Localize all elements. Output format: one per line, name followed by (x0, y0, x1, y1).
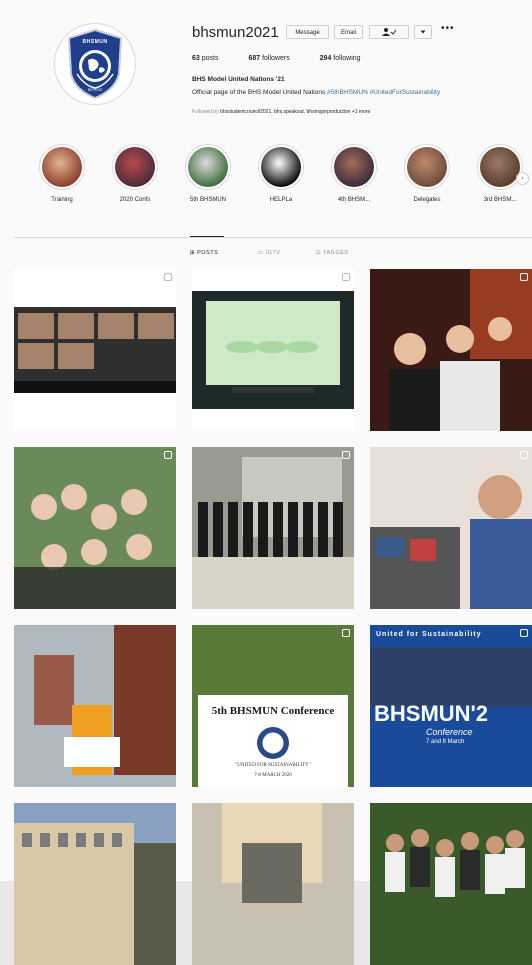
highlight-label: 2020 Confs (119, 197, 151, 203)
highlight-cover (188, 147, 228, 187)
tabs-divider (14, 237, 532, 238)
stat-followers[interactable]: 687 followers (248, 55, 303, 62)
post-thumbnail (14, 307, 176, 393)
carousel-icon (520, 629, 528, 637)
followed-by[interactable]: Followed by bhsstudentcouncil2021, bhs.s… (192, 109, 370, 115)
post-poster-wordmark: BHSMUN'2 (374, 701, 489, 726)
post-conference-announcement[interactable]: 5th BHSMUN Conference "UNITED FOR SUSTAIN… (192, 625, 354, 787)
post-thumbnail (14, 625, 176, 787)
tab-igtv[interactable]: ▭ IGTV (258, 250, 281, 256)
post-group-in-front-of-building[interactable] (192, 447, 354, 609)
post-conference-title: 5th BHSMUN Conference (211, 705, 335, 717)
active-tab-indicator (190, 236, 224, 237)
highlight-5[interactable]: 4th BHSM... (328, 144, 380, 203)
post-poster-dates: 7 and 8 March (426, 739, 465, 745)
post-conference-motto: "UNITED FOR SUSTAINABILITY" (235, 763, 311, 768)
post-poster-heading: United for Sustainability (376, 631, 482, 638)
highlight-label: Training (51, 197, 73, 203)
carousel-icon (164, 451, 172, 459)
post-poster-subtitle: Conference (426, 727, 473, 737)
highlight-2[interactable]: 2020 Confs (109, 144, 161, 203)
post-conference-date: 7-8 MARCH 2020 (254, 773, 292, 778)
carousel-icon (342, 273, 350, 281)
highlight-cover (407, 147, 447, 187)
tab-posts[interactable]: ⊞ POSTS (190, 250, 218, 256)
bhsmun-logo-icon (67, 28, 123, 100)
post-thumbnail (192, 291, 354, 409)
post-zoom-call[interactable] (14, 269, 176, 431)
following-button[interactable] (369, 25, 409, 39)
highlight-3[interactable]: 5th BHSMUN (182, 144, 234, 203)
post-courtyard[interactable] (192, 803, 354, 965)
post-thumbnail (370, 269, 532, 431)
carousel-icon (520, 273, 528, 281)
highlight-ring (112, 144, 158, 190)
profile-full-name: BHS Model United Nations '21 (192, 76, 285, 83)
post-delegates-cheering[interactable] (370, 269, 532, 431)
post-thumbnail (370, 447, 532, 609)
highlight-ring (477, 144, 523, 190)
profile-bio: Official page of the BHS Model United Na… (192, 89, 440, 96)
highlight-label: 3rd BHSM... (483, 197, 517, 203)
post-bhsmun-poster[interactable]: United for Sustainability BHSMUN'2 Confere… (370, 625, 532, 787)
stat-posts: 63 posts (192, 55, 219, 62)
highlight-label: Delegates (413, 197, 441, 203)
profile-avatar[interactable]: BHSMUN BEYKOZ (54, 23, 136, 105)
highlight-ring (258, 144, 304, 190)
chevron-down-icon (420, 30, 426, 34)
highlight-cover (480, 147, 520, 187)
avatar-text-bottom: BEYKOZ (87, 88, 103, 92)
carousel-icon (342, 451, 350, 459)
profile-stats: 63 posts 687 followers 294 following (192, 55, 389, 62)
highlight-6[interactable]: Delegates (401, 144, 453, 203)
email-button[interactable]: Email (334, 25, 363, 39)
highlights-next-button[interactable]: › (516, 172, 529, 185)
highlight-cover (42, 147, 82, 187)
carousel-icon (520, 451, 528, 459)
profile-page: BHSMUN BEYKOZ bhsmun2021 Message Email •… (0, 0, 532, 965)
post-group-photo-garden[interactable] (370, 803, 532, 965)
highlight-ring (404, 144, 450, 190)
post-student-with-flag[interactable] (14, 625, 176, 787)
highlight-4[interactable]: HELPLa (255, 144, 307, 203)
post-thumbnail (370, 803, 532, 965)
highlight-ring (39, 144, 85, 190)
stat-following[interactable]: 294 following (320, 55, 375, 62)
bio-hashtags[interactable]: #5thBHSMUN #UnitedForSustainability (327, 89, 440, 96)
grid-icon: ⊞ (190, 250, 196, 256)
carousel-icon (342, 629, 350, 637)
post-thumbnail (14, 803, 176, 965)
avatar-text-top: BHSMUN (82, 39, 108, 45)
post-thumbnail (14, 447, 176, 609)
highlight-ring (331, 144, 377, 190)
tab-tagged[interactable]: ⊡ TAGGED (316, 250, 349, 256)
person-check-icon (382, 28, 397, 36)
post-rules-of-procedure[interactable] (192, 269, 354, 431)
carousel-icon (164, 273, 172, 281)
bio-text: Official page of the BHS Model United Na… (192, 89, 326, 96)
highlight-label: 5th BHSMUN (189, 197, 226, 203)
post-school-building[interactable] (14, 803, 176, 965)
post-thumbnail (192, 447, 354, 609)
highlight-label: HELPLa (269, 197, 293, 203)
message-button[interactable]: Message (286, 25, 329, 39)
highlight-1[interactable]: Training (36, 144, 88, 203)
tag-icon: ⊡ (316, 250, 322, 256)
post-laptop-stickers[interactable] (370, 447, 532, 609)
highlight-cover (261, 147, 301, 187)
highlight-label: 4th BHSM... (337, 197, 371, 203)
profile-username: bhsmun2021 (192, 24, 279, 41)
post-group-selfie[interactable] (14, 447, 176, 609)
tv-icon: ▭ (258, 250, 264, 256)
options-more-button[interactable]: ••• (441, 23, 455, 34)
highlight-cover (115, 147, 155, 187)
highlight-cover (334, 147, 374, 187)
post-thumbnail (192, 803, 354, 965)
highlight-ring (185, 144, 231, 190)
suggestions-dropdown-button[interactable] (414, 25, 432, 39)
